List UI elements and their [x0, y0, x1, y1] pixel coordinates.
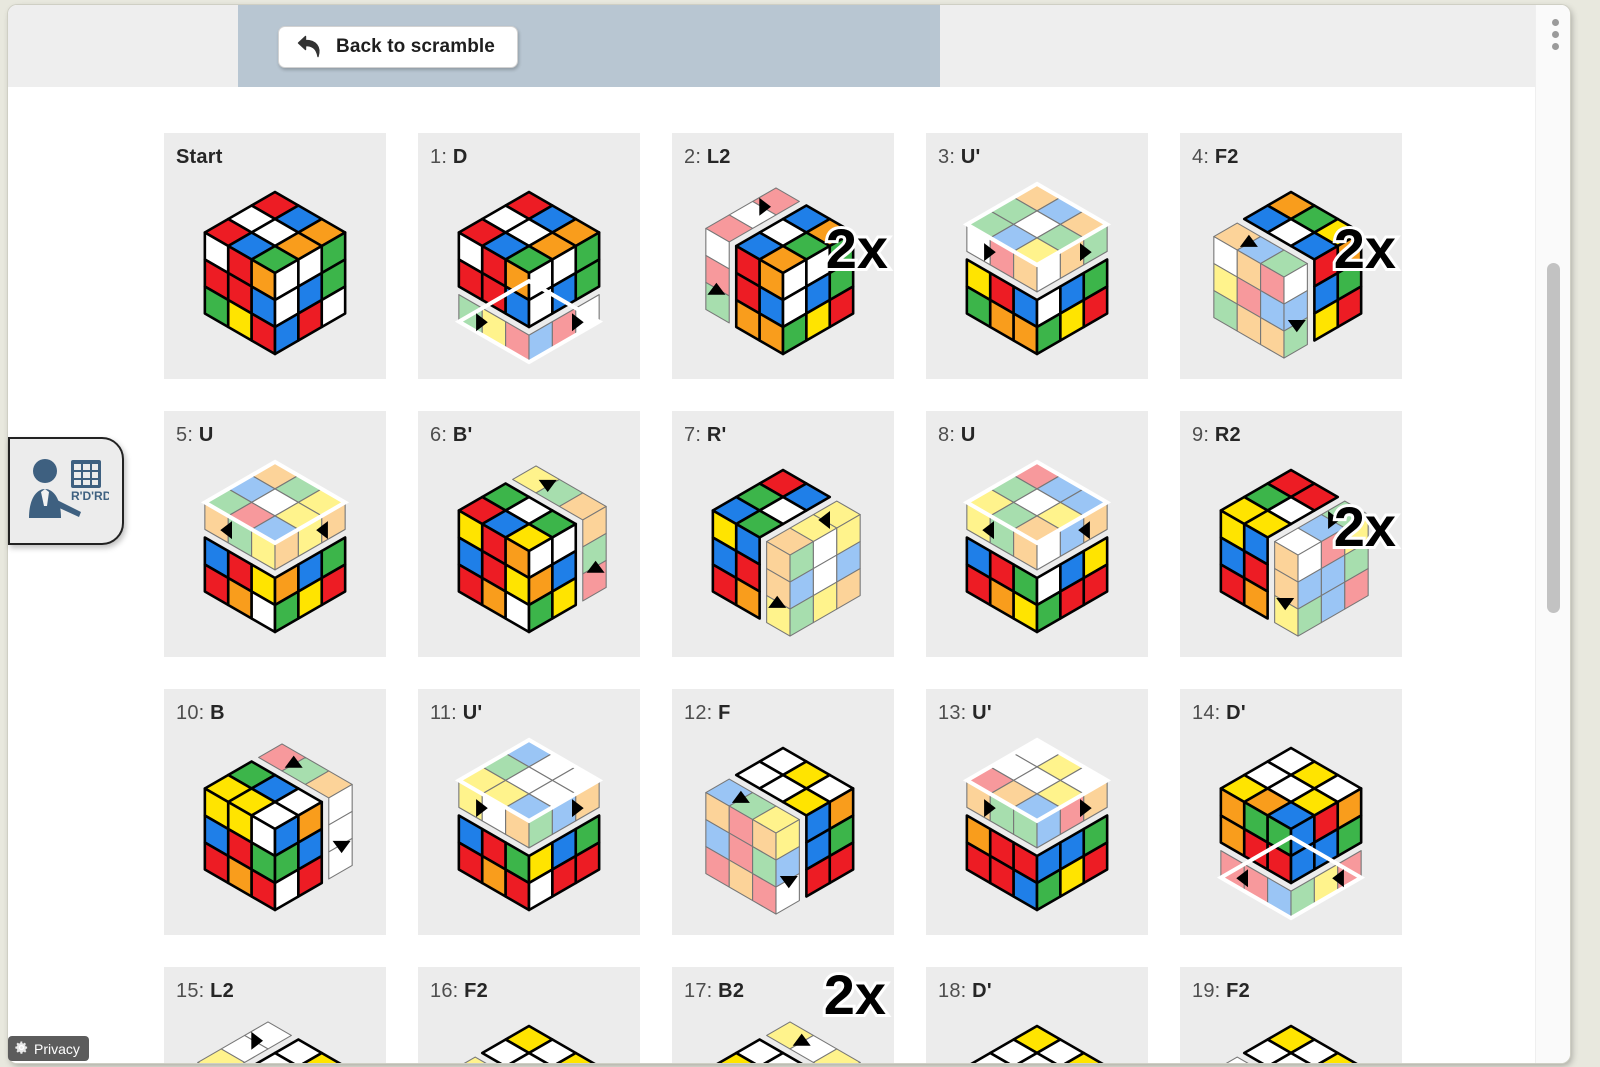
cube-illustration [418, 1003, 640, 1063]
cube-illustration [164, 1003, 386, 1063]
step-title: Start [176, 146, 223, 168]
step-title: 18: D' [938, 980, 992, 1002]
cube-illustration [164, 447, 386, 657]
solution-step-card[interactable]: 6: B' [418, 411, 640, 657]
back-to-scramble-button[interactable]: Back to scramble [278, 26, 518, 68]
step-title: 19: F2 [1192, 980, 1250, 1002]
step-title: 6: B' [430, 424, 473, 446]
cube-illustration [926, 725, 1148, 935]
cube-illustration [1180, 169, 1402, 379]
step-title: 7: R' [684, 424, 727, 446]
cube-illustration [672, 1003, 894, 1063]
solution-step-card[interactable]: 9: R2 2x [1180, 411, 1402, 657]
solution-step-card[interactable]: 13: U' [926, 689, 1148, 935]
solution-step-grid: Start 1: D 2: L2 2x 3: U' 4: F2 2x 5: U 6: B' 7: … [164, 133, 1424, 1063]
step-title: 12: F [684, 702, 731, 724]
cube-illustration [1180, 1003, 1402, 1063]
cube-illustration [926, 1003, 1148, 1063]
cube-illustration [672, 169, 894, 379]
solution-step-card[interactable]: 11: U' [418, 689, 640, 935]
solution-step-card[interactable]: 7: R' [672, 411, 894, 657]
cube-illustration [926, 169, 1148, 379]
step-title: 17: B2 [684, 980, 745, 1002]
cube-illustration [418, 725, 640, 935]
tutorial-side-tab[interactable]: R'D'RD [8, 437, 124, 545]
cube-illustration [164, 725, 386, 935]
step-title: 3: U' [938, 146, 981, 168]
step-title: 8: U [938, 424, 976, 446]
solution-step-card[interactable]: 14: D' [1180, 689, 1402, 935]
back-to-scramble-label: Back to scramble [336, 36, 495, 57]
cube-illustration [1180, 725, 1402, 935]
solution-step-card[interactable]: 10: B [164, 689, 386, 935]
solution-step-card[interactable]: 12: F [672, 689, 894, 935]
step-title: 1: D [430, 146, 468, 168]
gear-icon [14, 1040, 29, 1058]
solution-step-card[interactable]: 3: U' [926, 133, 1148, 379]
menu-dot [1552, 31, 1559, 38]
menu-dot [1552, 19, 1559, 26]
solution-step-card[interactable]: 2: L2 2x [672, 133, 894, 379]
cube-illustration [418, 447, 640, 657]
solution-step-card[interactable]: 16: F2 [418, 967, 640, 1063]
cube-illustration [164, 169, 386, 379]
solution-step-card[interactable]: 5: U [164, 411, 386, 657]
top-toolbar: Back to scramble [8, 5, 1535, 87]
menu-dot [1552, 43, 1559, 50]
cube-illustration [926, 447, 1148, 657]
step-title: 14: D' [1192, 702, 1246, 724]
page-root: Back to scramble Start 1: D 2: L2 2x 3: U' 4:… [0, 0, 1600, 1067]
step-title: 15: L2 [176, 980, 234, 1002]
solution-step-card[interactable]: 8: U [926, 411, 1148, 657]
step-title: 5: U [176, 424, 214, 446]
cube-illustration [672, 725, 894, 935]
solution-step-card[interactable]: 1: D [418, 133, 640, 379]
step-title: 16: F2 [430, 980, 488, 1002]
solution-step-card[interactable]: 4: F2 2x [1180, 133, 1402, 379]
cube-illustration [418, 169, 640, 379]
step-title: 9: R2 [1192, 424, 1241, 446]
svg-text:R'D'RD: R'D'RD [71, 489, 109, 503]
solution-step-card[interactable]: Start [164, 133, 386, 379]
solution-step-card[interactable]: 15: L2 [164, 967, 386, 1063]
presenter-with-grid-icon: R'D'RD [29, 459, 109, 518]
step-title: 10: B [176, 702, 225, 724]
step-title: 4: F2 [1192, 146, 1239, 168]
cube-illustration [1180, 447, 1402, 657]
vertical-scrollbar-thumb[interactable] [1547, 263, 1560, 613]
window-menu-dots[interactable] [1552, 19, 1559, 50]
step-title: 2: L2 [684, 146, 731, 168]
solution-step-card[interactable]: 19: F2 [1180, 967, 1402, 1063]
solution-scroll-area[interactable]: Start 1: D 2: L2 2x 3: U' 4: F2 2x 5: U 6: B' 7: … [8, 87, 1535, 1063]
solution-step-card[interactable]: 17: B2 2x [672, 967, 894, 1063]
app-window: Back to scramble Start 1: D 2: L2 2x 3: U' 4:… [8, 5, 1570, 1063]
privacy-label: Privacy [34, 1040, 80, 1057]
privacy-badge[interactable]: Privacy [8, 1036, 89, 1061]
cube-illustration [672, 447, 894, 657]
step-title: 11: U' [430, 702, 483, 724]
step-title: 13: U' [938, 702, 992, 724]
undo-arrow-icon [297, 35, 323, 59]
solution-step-card[interactable]: 18: D' [926, 967, 1148, 1063]
vertical-scrollbar-track[interactable] [1535, 5, 1570, 1063]
